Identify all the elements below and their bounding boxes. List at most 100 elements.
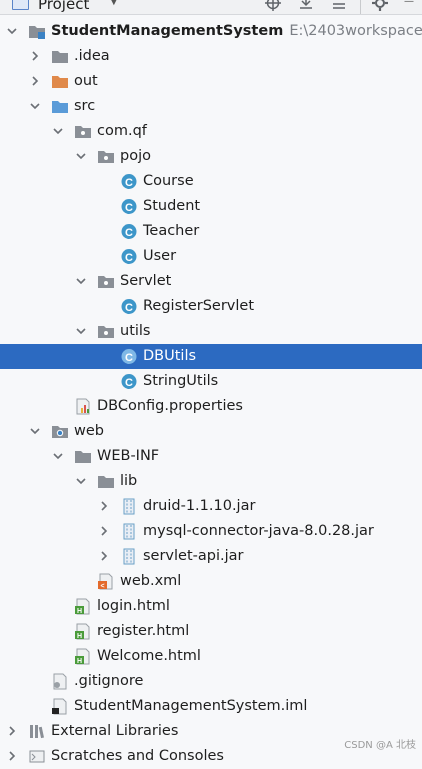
tree-item-welcome[interactable]: H Welcome.html — [0, 644, 422, 669]
tree-item-com-qf[interactable]: com.qf — [0, 119, 422, 144]
chevron-down-icon[interactable] — [75, 475, 87, 487]
svg-text:C: C — [125, 377, 133, 389]
tree-item-label: mysql-connector-java-8.0.28.jar — [143, 523, 374, 539]
folder-icon — [97, 473, 115, 490]
tree-item-out[interactable]: out — [0, 69, 422, 94]
tree-item-servlet[interactable]: Servlet — [0, 269, 422, 294]
tree-item-label: Course — [143, 173, 194, 189]
svg-text:C: C — [125, 252, 133, 264]
minimize-icon[interactable]: — — [404, 0, 414, 7]
collapse-all-icon[interactable] — [298, 0, 314, 11]
project-toolbar: Project ▼ — — [0, 0, 422, 15]
vertical-scrollbar[interactable] — [416, 14, 422, 757]
tree-item-label: Scratches and Consoles — [51, 748, 224, 764]
tree-item-student[interactable]: C Student — [0, 194, 422, 219]
chevron-right-icon[interactable] — [98, 525, 110, 537]
xml-icon: < — [97, 573, 115, 590]
tree-item-iml[interactable]: StudentManagementSystem.iml — [0, 694, 422, 719]
jar-icon — [120, 523, 138, 540]
chevron-right-icon[interactable] — [6, 750, 18, 762]
chevron-right-icon[interactable] — [6, 725, 18, 737]
tree-item-label: StudentManagementSystem.iml — [74, 698, 308, 714]
chevron-down-icon[interactable] — [52, 450, 64, 462]
tree-item-gitignore[interactable]: .gitignore — [0, 669, 422, 694]
chevron-down-icon[interactable]: ▼ — [110, 0, 118, 7]
tree-item-label: Servlet — [120, 273, 172, 289]
tree-item-label: RegisterServlet — [143, 298, 255, 314]
tree-item-label: WEB-INF — [97, 448, 160, 464]
tree-item-web-inf[interactable]: WEB-INF — [0, 444, 422, 469]
settings-icon[interactable] — [372, 0, 388, 11]
tree-item-course[interactable]: C Course — [0, 169, 422, 194]
chevron-down-icon[interactable] — [75, 325, 87, 337]
svg-text:C: C — [125, 302, 133, 314]
tree-item-root[interactable]: StudentManagementSystem E:\2403workspace\… — [0, 19, 422, 44]
tree-item-label: Teacher — [143, 223, 200, 239]
html-icon: H — [74, 623, 92, 640]
tree-item-src[interactable]: src — [0, 94, 422, 119]
tree-item-label: src — [74, 98, 96, 114]
svg-text:C: C — [125, 202, 133, 214]
tree-item-utils[interactable]: utils — [0, 319, 422, 344]
class-icon: C — [120, 348, 138, 365]
folder-web-icon — [51, 423, 69, 440]
tree-item-label: lib — [120, 473, 138, 489]
tree-item-label: .idea — [74, 48, 110, 64]
project-view-icon — [12, 0, 29, 10]
tree-item-label: utils — [120, 323, 151, 339]
class-icon: C — [120, 198, 138, 215]
toolbar-separator — [360, 0, 361, 14]
tree-item-webxml[interactable]: < web.xml — [0, 569, 422, 594]
tree-item-stringutils[interactable]: C StringUtils — [0, 369, 422, 394]
tree-item-registerservlet[interactable]: C RegisterServlet — [0, 294, 422, 319]
tree-item-dbconfig[interactable]: DBConfig.properties — [0, 394, 422, 419]
tree-item-label: Student — [143, 198, 201, 214]
class-icon: C — [120, 173, 138, 190]
tree-item-label: External Libraries — [51, 723, 179, 739]
jar-icon — [120, 548, 138, 565]
package-icon — [97, 148, 115, 165]
expand-all-icon[interactable] — [331, 0, 347, 11]
module-icon — [28, 23, 46, 40]
tree-item-idea[interactable]: .idea — [0, 44, 422, 69]
chevron-right-icon[interactable] — [29, 75, 41, 87]
chevron-down-icon[interactable] — [75, 275, 87, 287]
tree-item-druid[interactable]: druid-1.1.10.jar — [0, 494, 422, 519]
tree-item-teacher[interactable]: C Teacher — [0, 219, 422, 244]
iml-icon — [51, 698, 69, 715]
tree-item-login[interactable]: Hlogin.html — [0, 594, 422, 619]
chevron-right-icon[interactable] — [98, 550, 110, 562]
tree-item-dbutils[interactable]: C DBUtils — [0, 344, 422, 369]
tool-window-title[interactable]: Project — [38, 0, 89, 14]
svg-text:C: C — [125, 227, 133, 239]
chevron-down-icon[interactable] — [6, 25, 18, 37]
html-icon: H — [74, 648, 92, 665]
tree-item-mysql[interactable]: mysql-connector-java-8.0.28.jar — [0, 519, 422, 544]
tree-item-label: StudentManagementSystem — [51, 23, 284, 39]
chevron-down-icon[interactable] — [29, 425, 41, 437]
chevron-down-icon[interactable] — [75, 150, 87, 162]
svg-text:H: H — [77, 608, 82, 615]
svg-text:C: C — [125, 177, 133, 189]
tree-item-servlet-api[interactable]: servlet-api.jar — [0, 544, 422, 569]
jar-icon — [120, 498, 138, 515]
tree-item-web[interactable]: web — [0, 419, 422, 444]
tree-item-lib[interactable]: lib — [0, 469, 422, 494]
svg-text:<: < — [100, 583, 104, 590]
tree-item-pojo[interactable]: pojo — [0, 144, 422, 169]
tree-item-user[interactable]: C User — [0, 244, 422, 269]
chevron-right-icon[interactable] — [29, 50, 41, 62]
folder-orange-icon — [51, 73, 69, 90]
tree-item-label: DBConfig.properties — [97, 398, 243, 414]
tree-item-label: pojo — [120, 148, 151, 164]
watermark: CSDN @A 北枝 — [344, 740, 416, 751]
tree-item-register[interactable]: Hregister.html — [0, 619, 422, 644]
chevron-down-icon[interactable] — [29, 100, 41, 112]
tree-item-label: User — [143, 248, 177, 264]
html-icon: H — [74, 598, 92, 615]
chevron-down-icon[interactable] — [52, 125, 64, 137]
folder-icon — [74, 448, 92, 465]
chevron-right-icon[interactable] — [98, 500, 110, 512]
locate-icon[interactable] — [265, 0, 281, 11]
tree-item-label: register.html — [97, 623, 190, 639]
